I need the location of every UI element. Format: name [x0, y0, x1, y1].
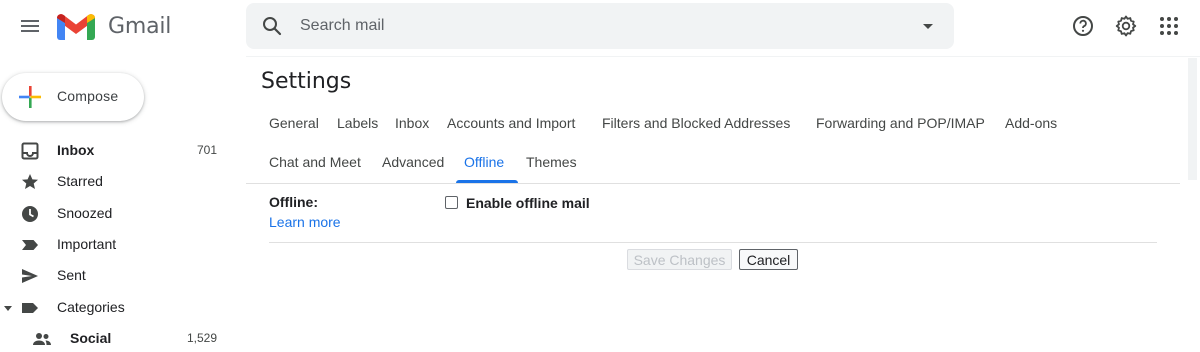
cancel-button[interactable]: Cancel — [739, 249, 798, 270]
unread-count: 1,529 — [186, 331, 217, 345]
compose-label: Compose — [57, 88, 119, 104]
sidebar-item-inbox[interactable]: Inbox 701 — [0, 135, 240, 166]
inbox-icon — [20, 141, 40, 161]
sidebar-item-categories[interactable]: Categories — [0, 292, 240, 323]
scrollbar[interactable] — [1188, 58, 1197, 180]
settings-divider — [269, 242, 1157, 243]
sidebar-item-label: Categories — [57, 299, 125, 315]
save-changes-button[interactable]: Save Changes — [627, 249, 732, 270]
tab-accounts-and-import[interactable]: Accounts and Import — [439, 104, 583, 142]
star-icon — [20, 172, 40, 192]
tab-filters-and-blocked-addresses[interactable]: Filters and Blocked Addresses — [594, 104, 798, 142]
gmail-logo-icon[interactable] — [57, 12, 95, 40]
unread-count: 701 — [196, 143, 217, 157]
people-icon — [32, 329, 52, 349]
tab-chat-and-meet[interactable]: Chat and Meet — [261, 143, 369, 181]
offline-setting-label: Offline: — [269, 194, 318, 210]
search-options-button[interactable] — [916, 14, 940, 38]
tab-forwarding-and-pop-imap[interactable]: Forwarding and POP/IMAP — [808, 104, 993, 142]
gear-icon — [1115, 15, 1137, 37]
main-menu-button[interactable] — [10, 6, 50, 46]
tab-inbox[interactable]: Inbox — [387, 104, 437, 142]
settings-button[interactable] — [1106, 6, 1146, 46]
sidebar-item-label: Sent — [57, 267, 86, 283]
tabs-divider — [246, 183, 1180, 184]
tab-advanced[interactable]: Advanced — [374, 143, 452, 181]
tab-labels[interactable]: Labels — [329, 104, 386, 142]
enable-offline-checkbox[interactable] — [445, 196, 458, 209]
brand-name: Gmail — [108, 14, 172, 39]
tab-offline[interactable]: Offline — [456, 143, 512, 181]
sidebar-item-important[interactable]: Important — [0, 229, 240, 260]
caret-down-icon — [923, 24, 933, 29]
caret-down-icon[interactable] — [4, 304, 12, 312]
sidebar-item-social[interactable]: Social 1,529 — [0, 323, 240, 352]
search-icon[interactable] — [260, 14, 284, 38]
search-input[interactable] — [300, 3, 900, 49]
help-icon — [1073, 16, 1093, 36]
important-icon — [20, 235, 40, 255]
sidebar-item-label: Inbox — [57, 142, 95, 158]
compose-button[interactable]: Compose — [2, 73, 144, 121]
sidebar-item-label: Starred — [57, 173, 103, 189]
header-divider — [246, 56, 1200, 57]
sidebar-item-snoozed[interactable]: Snoozed — [0, 198, 240, 229]
sidebar-item-label: Social — [70, 330, 112, 346]
help-button[interactable] — [1063, 6, 1103, 46]
menu-icon — [21, 20, 39, 32]
tab-general[interactable]: General — [261, 104, 327, 142]
sidebar-item-label: Snoozed — [57, 205, 113, 221]
apps-grid-icon — [1160, 17, 1178, 35]
tab-themes[interactable]: Themes — [518, 143, 585, 181]
plus-icon — [19, 86, 41, 108]
app-header: Gmail — [0, 0, 1200, 56]
tab-add-ons[interactable]: Add-ons — [997, 104, 1065, 142]
sidebar-item-starred[interactable]: Starred — [0, 166, 240, 197]
send-icon — [20, 266, 40, 286]
apps-button[interactable] — [1149, 6, 1189, 46]
clock-icon — [20, 204, 40, 224]
enable-offline-label[interactable]: Enable offline mail — [466, 195, 590, 211]
sidebar-item-label: Important — [57, 236, 117, 252]
learn-more-link[interactable]: Learn more — [269, 214, 341, 230]
page-title: Settings — [261, 69, 352, 94]
search-bar — [246, 3, 954, 49]
sidebar-item-sent[interactable]: Sent — [0, 260, 240, 291]
label-icon — [20, 298, 40, 318]
